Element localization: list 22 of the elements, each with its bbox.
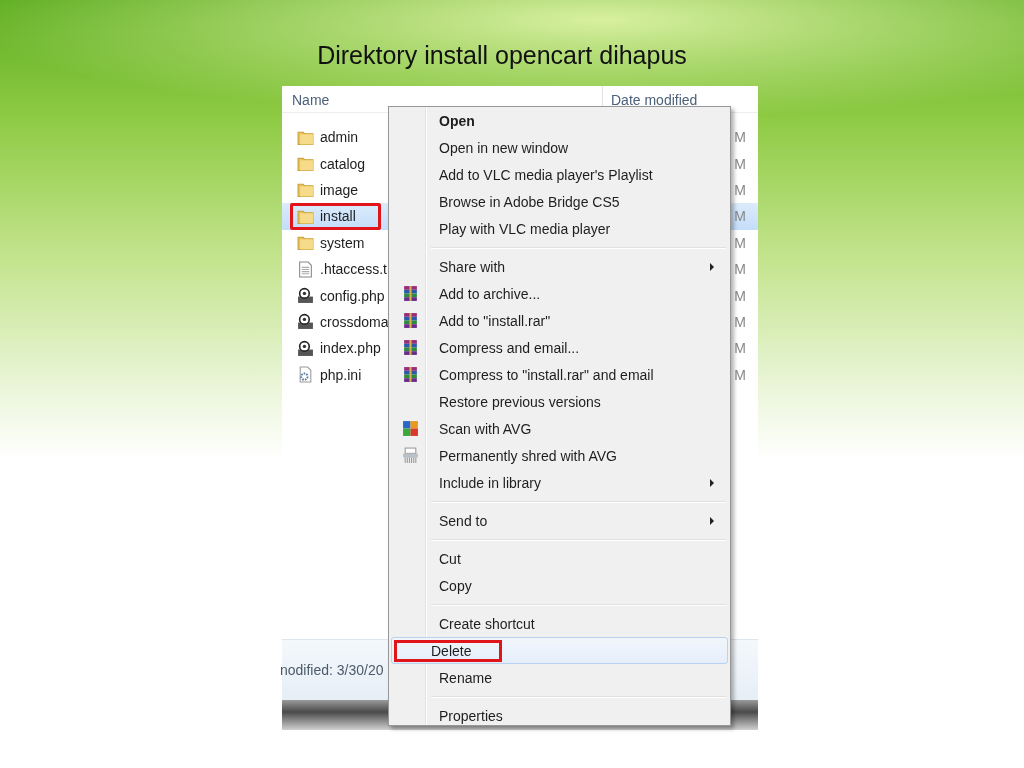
date-cell-text: M xyxy=(734,366,747,383)
date-cell-text: M xyxy=(734,129,747,146)
date-cell-text: M xyxy=(734,340,747,357)
file-name: php.ini xyxy=(320,366,362,383)
date-cell-text: M xyxy=(734,313,747,330)
file-name: install xyxy=(320,208,356,225)
file-name: config.php xyxy=(320,287,385,304)
date-cell-text: M xyxy=(734,208,747,225)
date-cell-text: M xyxy=(734,234,747,251)
status-text: nodified: 3/30/20 xyxy=(280,662,384,678)
date-cell-text: M xyxy=(734,181,747,198)
slide-title: Direktory install opencart dihapus xyxy=(317,40,688,70)
date-cell-text: M xyxy=(734,287,747,304)
date-cell-text: M xyxy=(734,261,747,278)
file-name: catalog xyxy=(320,155,366,172)
file-name: .htaccess.t xyxy=(320,261,387,278)
file-name: system xyxy=(320,234,365,251)
file-name: index.php xyxy=(320,340,381,357)
file-name: crossdoma xyxy=(320,313,389,330)
date-cell-text: M xyxy=(734,155,747,172)
file-name: admin xyxy=(320,129,359,146)
file-name: image xyxy=(320,182,359,198)
